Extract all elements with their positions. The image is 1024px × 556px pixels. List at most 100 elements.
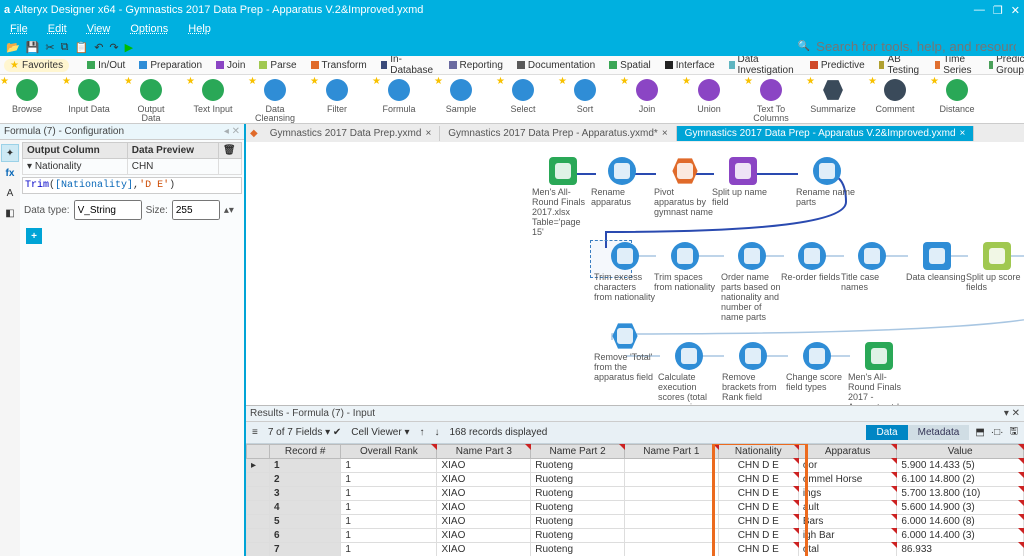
- menu-file[interactable]: File: [0, 23, 38, 35]
- tool-formula[interactable]: ★Formula: [376, 77, 422, 114]
- ribbon-tab-predictive[interactable]: Predictive: [804, 60, 871, 71]
- cell[interactable]: XIAO: [437, 501, 531, 515]
- tool-select[interactable]: ★Select: [500, 77, 546, 114]
- cell[interactable]: [624, 529, 718, 543]
- cell[interactable]: 6.000 14.600 (8): [897, 515, 1024, 529]
- data-type-select[interactable]: [74, 200, 142, 220]
- tool-sort[interactable]: ★Sort: [562, 77, 608, 114]
- tool-distance[interactable]: ★Distance: [934, 77, 980, 114]
- menu-edit[interactable]: Edit: [38, 23, 77, 35]
- fields-count[interactable]: 7 of 7 Fields ▾ ✔: [268, 427, 341, 438]
- ribbon-tab-in-out[interactable]: In/Out: [81, 60, 131, 71]
- data-metadata-toggle[interactable]: Data Metadata: [866, 425, 969, 440]
- column-header[interactable]: Name Part 1: [624, 445, 718, 459]
- column-header[interactable]: Record #: [270, 445, 341, 459]
- menu-help[interactable]: Help: [178, 23, 221, 35]
- cell[interactable]: ings: [798, 487, 897, 501]
- cell[interactable]: [624, 473, 718, 487]
- ribbon-tab-favorites[interactable]: ★Favorites: [4, 59, 69, 72]
- config-close-icon[interactable]: ◂ ✕: [224, 126, 240, 137]
- workflow-canvas[interactable]: Men's All-Round Finals 2017.xlsx Table='…: [246, 142, 1024, 405]
- workflow-node[interactable]: Data cleansing: [906, 242, 968, 282]
- cell[interactable]: 3: [270, 487, 341, 501]
- config-tab-anno[interactable]: A: [1, 184, 19, 202]
- workflow-node[interactable]: Remove 'Total' from the apparatus field: [594, 322, 656, 382]
- results-collapse-icon[interactable]: ▾ ✕: [1004, 408, 1020, 419]
- cell[interactable]: CHN D E: [718, 501, 798, 515]
- cell[interactable]: 86.933: [897, 543, 1024, 556]
- table-row[interactable]: 21XIAORuotengCHN D Eommel Horse6.100 14.…: [247, 473, 1024, 487]
- cell[interactable]: 6.000 14.400 (3): [897, 529, 1024, 543]
- column-header[interactable]: Overall Rank: [341, 445, 437, 459]
- tool-join[interactable]: ★Join: [624, 77, 670, 114]
- cell[interactable]: XIAO: [437, 515, 531, 529]
- tool-sample[interactable]: ★Sample: [438, 77, 484, 114]
- cell[interactable]: 6: [270, 529, 341, 543]
- cell[interactable]: otal: [798, 543, 897, 556]
- cell[interactable]: 1: [341, 529, 437, 543]
- tool-comment[interactable]: ★Comment: [872, 77, 918, 114]
- cell[interactable]: ault: [798, 501, 897, 515]
- ribbon-tab-parse[interactable]: Parse: [253, 60, 302, 71]
- ribbon-tab-spatial[interactable]: Spatial: [603, 60, 657, 71]
- tool-text-to-columns[interactable]: ★Text To Columns: [748, 77, 794, 123]
- ribbon-tab-documentation[interactable]: Documentation: [511, 60, 601, 71]
- open-icon[interactable]: 📂: [6, 41, 20, 54]
- menu-view[interactable]: View: [77, 23, 121, 35]
- cell[interactable]: 2: [270, 473, 341, 487]
- workflow-node[interactable]: Title case names: [841, 242, 903, 292]
- size-spinner[interactable]: ▴▾: [224, 205, 234, 216]
- cell[interactable]: Ruoteng: [531, 515, 625, 529]
- tool-summarize[interactable]: ★Summarize: [810, 77, 856, 114]
- tool-browse[interactable]: ★Browse: [4, 77, 50, 114]
- ribbon-tab-join[interactable]: Join: [210, 60, 251, 71]
- doc-tab[interactable]: Gymnastics 2017 Data Prep - Apparatus.yx…: [440, 126, 676, 141]
- cell[interactable]: [624, 515, 718, 529]
- cell[interactable]: Ruoteng: [531, 487, 625, 501]
- cell[interactable]: Ruoteng: [531, 501, 625, 515]
- results-action-icon-3[interactable]: 🖫: [1009, 424, 1018, 441]
- cell[interactable]: 4: [270, 501, 341, 515]
- cell[interactable]: CHN D E: [718, 515, 798, 529]
- sort-asc-icon[interactable]: ↑: [420, 427, 425, 438]
- config-tab-nav[interactable]: ◧: [1, 204, 19, 222]
- cell[interactable]: ommel Horse: [798, 473, 897, 487]
- ribbon-tab-preparation[interactable]: Preparation: [133, 60, 208, 71]
- table-row[interactable]: 61XIAORuotengCHN D Eigh Bar6.000 14.400 …: [247, 529, 1024, 543]
- ribbon-tab-reporting[interactable]: Reporting: [443, 60, 509, 71]
- workflow-node[interactable]: Men's All-Round Finals 2017 - Apparatus.…: [848, 342, 910, 405]
- close-icon[interactable]: ×: [425, 128, 431, 139]
- cell[interactable]: 1: [341, 543, 437, 556]
- cell[interactable]: 5.600 14.900 (3): [897, 501, 1024, 515]
- workflow-node[interactable]: Split up name field: [712, 157, 774, 207]
- cut-icon[interactable]: ✂: [45, 41, 54, 54]
- workflow-node[interactable]: Remove brackets from Rank field: [722, 342, 784, 402]
- cell[interactable]: Bars: [798, 515, 897, 529]
- tool-data-cleansing[interactable]: ★Data Cleansing: [252, 77, 298, 123]
- cell[interactable]: 1: [341, 501, 437, 515]
- copy-icon[interactable]: ⧉: [61, 41, 69, 54]
- doc-tab[interactable]: Gymnastics 2017 Data Prep - Apparatus V.…: [677, 126, 975, 141]
- cell[interactable]: CHN D E: [718, 487, 798, 501]
- results-menu-icon[interactable]: ≡: [252, 427, 258, 438]
- cell[interactable]: 5.900 14.433 (5): [897, 459, 1024, 473]
- workflow-node[interactable]: Trim excess characters from nationality: [594, 242, 656, 302]
- workflow-node[interactable]: Rename name parts: [796, 157, 858, 207]
- cell[interactable]: Ruoteng: [531, 473, 625, 487]
- ribbon-tab-interface[interactable]: Interface: [659, 60, 721, 71]
- cell[interactable]: XIAO: [437, 473, 531, 487]
- paste-icon[interactable]: 📋: [74, 41, 88, 54]
- ribbon-tab-ab-testing[interactable]: AB Testing: [873, 54, 928, 76]
- cell[interactable]: XIAO: [437, 459, 531, 473]
- data-toggle[interactable]: Data: [866, 425, 907, 440]
- cell[interactable]: 5: [270, 515, 341, 529]
- results-action-icon-2[interactable]: ·□·: [991, 427, 1004, 438]
- cell[interactable]: CHN D E: [718, 473, 798, 487]
- undo-icon[interactable]: ↶: [94, 41, 103, 54]
- table-row[interactable]: 51XIAORuotengCHN D EBars6.000 14.600 (8): [247, 515, 1024, 529]
- formula-expression[interactable]: Trim([Nationality],'D E'): [22, 177, 242, 194]
- workflow-node[interactable]: Change score field types: [786, 342, 848, 392]
- config-tab-main[interactable]: ✦: [1, 144, 19, 162]
- cell-viewer[interactable]: Cell Viewer ▾: [351, 427, 409, 438]
- cell[interactable]: [624, 543, 718, 556]
